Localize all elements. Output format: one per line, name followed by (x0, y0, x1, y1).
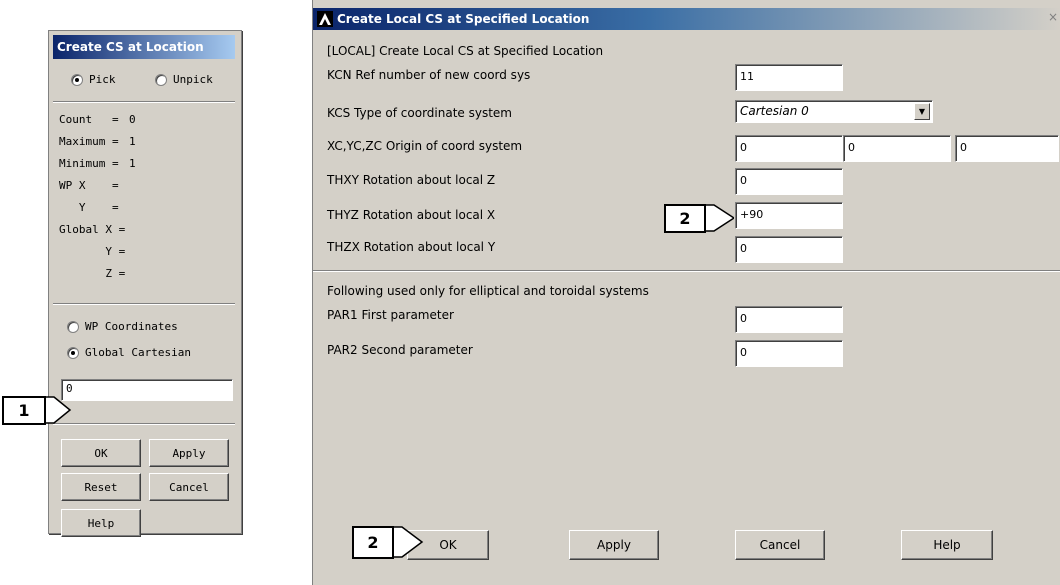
thzx-label: THZX Rotation about local Y (327, 240, 496, 254)
info-label: Global X = (59, 223, 126, 236)
pick-ok-label: OK (94, 446, 108, 460)
wp-coordinates-radio-dot (67, 320, 79, 333)
pick-apply-label: Apply (172, 446, 206, 460)
pick-cancel-button[interactable]: Cancel (149, 473, 229, 501)
par2-input[interactable]: 0 (735, 340, 843, 367)
zc-input[interactable]: 0 (955, 135, 1059, 162)
info-count-value: 0 (129, 113, 136, 126)
pick-help-button[interactable]: Help (61, 509, 141, 537)
cancel-button[interactable]: Cancel (735, 530, 825, 560)
callout-2-thyz-number: 2 (664, 204, 706, 233)
callout-2-thyz: 2 (664, 204, 734, 244)
apply-button[interactable]: Apply (569, 530, 659, 560)
pick-radio-dot (71, 73, 83, 86)
chevron-down-icon[interactable]: ▼ (914, 103, 930, 120)
thzx-input[interactable]: 0 (735, 236, 843, 263)
callout-2-ok-number: 2 (352, 526, 394, 559)
yc-input[interactable]: 0 (843, 135, 951, 162)
callout-1-number: 1 (2, 396, 46, 425)
pick-info-panel: Count = 0 Maximum = 1 Minimum = 1 WP X =… (59, 113, 229, 293)
section-divider (313, 270, 1060, 272)
local-header: [LOCAL] Create Local CS at Specified Loc… (327, 44, 604, 58)
kcs-label: KCS Type of coordinate system (327, 106, 512, 120)
pick-value-input[interactable]: 0 (61, 379, 233, 401)
origin-label: XC,YC,ZC Origin of coord system (327, 139, 523, 153)
main-dialog-titlebar: Create Local CS at Specified Location (313, 8, 1060, 30)
callout-1: 1 (2, 396, 72, 436)
info-label: Y = (59, 201, 119, 214)
pick-dialog: Create CS at Location Pick Unpick Count … (48, 30, 242, 537)
kcn-label: KCN Ref number of new coord sys (327, 68, 531, 82)
thxy-input[interactable]: 0 (735, 168, 843, 195)
callout-2-ok: 2 (352, 526, 424, 566)
thyz-input[interactable]: +90 (735, 202, 843, 229)
help-button[interactable]: Help (901, 530, 993, 560)
xc-input[interactable]: 0 (735, 135, 843, 162)
par1-input[interactable]: 0 (735, 306, 843, 333)
global-cartesian-radio[interactable]: Global Cartesian (67, 346, 191, 359)
pick-radio[interactable]: Pick (71, 73, 116, 86)
par2-label: PAR2 Second parameter (327, 343, 473, 357)
pick-cancel-label: Cancel (169, 480, 209, 494)
global-cartesian-label: Global Cartesian (85, 346, 191, 359)
main-dialog-title: Create Local CS at Specified Location (337, 12, 590, 26)
pick-help-label: Help (87, 516, 115, 530)
info-label: WP X = (59, 179, 119, 192)
main-dialog: Create Local CS at Specified Location × … (312, 0, 1060, 585)
pick-ok-button[interactable]: OK (61, 439, 141, 467)
pick-reset-button[interactable]: Reset (61, 473, 141, 501)
thyz-label: THYZ Rotation about local X (327, 208, 496, 222)
cancel-label: Cancel (759, 538, 801, 552)
pick-dialog-title: Create CS at Location (53, 35, 235, 59)
ok-label: OK (439, 538, 457, 552)
ansys-logo-icon (317, 11, 333, 27)
unpick-radio-dot (155, 73, 167, 86)
global-cartesian-radio-dot (67, 346, 79, 359)
apply-label: Apply (597, 538, 631, 552)
close-icon[interactable]: × (1045, 10, 1060, 24)
pick-radio-label: Pick (89, 73, 116, 86)
separator (53, 101, 235, 103)
info-label: Y = (59, 245, 126, 258)
info-label: Maximum = (59, 135, 119, 148)
info-maximum-value: 1 (129, 135, 136, 148)
info-label: Count = (59, 113, 119, 126)
separator (53, 303, 235, 305)
pick-apply-button[interactable]: Apply (149, 439, 229, 467)
thxy-label: THXY Rotation about local Z (327, 173, 496, 187)
unpick-radio[interactable]: Unpick (155, 73, 213, 86)
info-minimum-value: 1 (129, 157, 136, 170)
kcs-select[interactable]: Cartesian 0 ▼ (735, 100, 933, 123)
wp-coordinates-radio[interactable]: WP Coordinates (67, 320, 178, 333)
separator (53, 423, 235, 425)
info-label: Z = (59, 267, 126, 280)
kcn-input[interactable]: 11 (735, 64, 843, 91)
info-label: Minimum = (59, 157, 119, 170)
kcs-selected-value: Cartesian 0 (740, 104, 809, 118)
help-label: Help (933, 538, 961, 552)
pick-reset-label: Reset (84, 480, 118, 494)
elliptical-note: Following used only for elliptical and t… (327, 284, 649, 298)
unpick-radio-label: Unpick (173, 73, 213, 86)
wp-coordinates-label: WP Coordinates (85, 320, 178, 333)
par1-label: PAR1 First parameter (327, 308, 454, 322)
